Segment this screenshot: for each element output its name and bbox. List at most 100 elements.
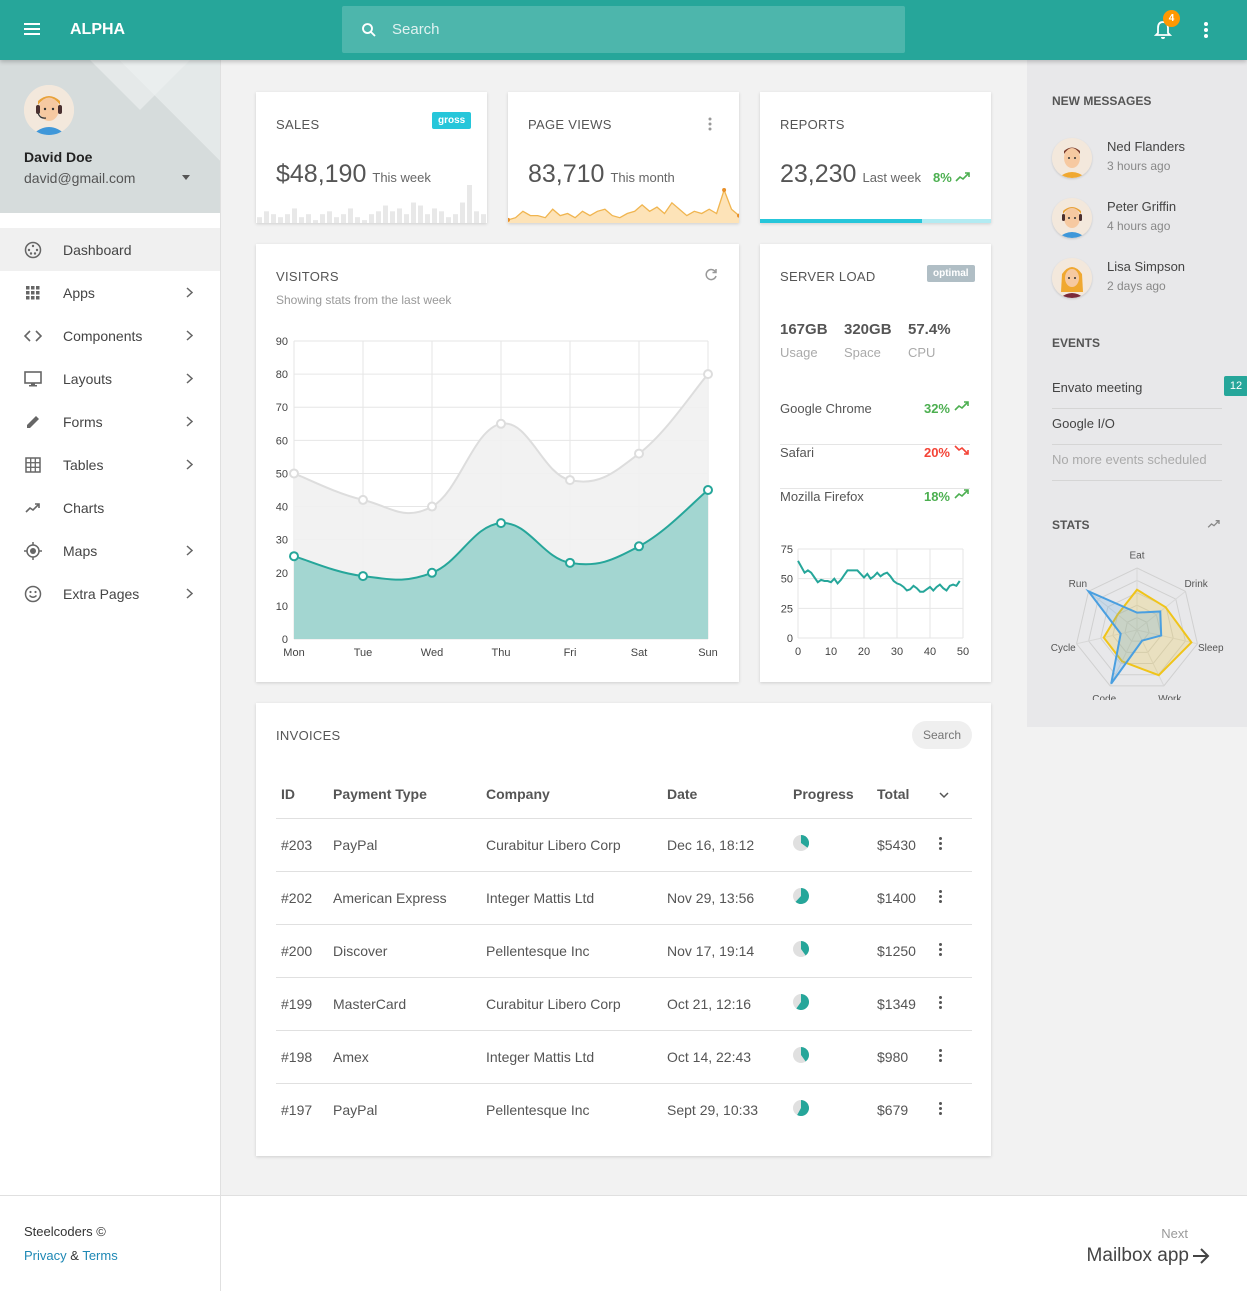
sidebar-item-extra-pages[interactable]: Extra Pages — [0, 572, 220, 615]
message-item[interactable]: Peter Griffin 4 hours ago — [1052, 198, 1232, 242]
pageviews-card: PAGE VIEWS 83,710 This month — [508, 92, 739, 223]
more-options-icon[interactable] — [1202, 20, 1210, 40]
sales-bar — [425, 214, 430, 223]
y-tick-label: 60 — [276, 435, 288, 447]
browser-row: Safari 20% — [780, 445, 970, 489]
row-menu-icon[interactable] — [939, 941, 943, 958]
sidebar-item-tables[interactable]: Tables — [0, 443, 220, 486]
sidebar-item-forms[interactable]: Forms — [0, 400, 220, 443]
message-item[interactable]: Ned Flanders 3 hours ago — [1052, 138, 1232, 182]
table-row[interactable]: #197 PayPal Pellentesque Inc Sept 29, 10:33… — [276, 1083, 972, 1136]
chevron-right-icon — [186, 285, 194, 301]
progress-pie — [793, 1100, 810, 1117]
next-page-link[interactable]: Mailbox app — [1087, 1245, 1189, 1267]
dashboard-icon — [24, 241, 42, 259]
refresh-icon[interactable] — [704, 268, 718, 282]
column-header[interactable]: Company — [486, 770, 667, 819]
reports-value-row: 23,230 Last week — [780, 160, 921, 189]
table-row[interactable]: #202 American Express Integer Mattis Ltd No… — [276, 871, 972, 925]
profile-dropdown-icon[interactable] — [182, 175, 190, 180]
chevron-right-icon — [186, 586, 194, 602]
messages-title: NEW MESSAGES — [1052, 94, 1152, 108]
sales-bar — [474, 211, 479, 223]
company: Integer Mattis Ltd — [486, 871, 667, 925]
x-tick-label: Tue — [354, 647, 373, 659]
progress-pie — [793, 835, 809, 851]
event-item[interactable]: Envato meeting 12 — [1052, 373, 1247, 409]
sales-bar — [285, 214, 290, 223]
invoice-search-input[interactable] — [912, 721, 972, 749]
progress-pie — [793, 941, 809, 957]
y-tick-label: 0 — [787, 633, 793, 645]
sales-bar — [418, 205, 423, 223]
invoice-id: #199 — [276, 977, 333, 1031]
date: Dec 16, 18:12 — [667, 818, 793, 872]
reports-progress-fill — [760, 219, 922, 223]
search-bar[interactable] — [342, 6, 905, 53]
column-header[interactable]: ID — [276, 770, 333, 819]
progress-pie — [793, 888, 809, 904]
sidebar-footer: Steelcoders © Privacy & Terms — [0, 1195, 220, 1291]
column-header[interactable]: Date — [667, 770, 793, 819]
expand-columns-button[interactable] — [939, 770, 972, 819]
sidebar-item-dashboard[interactable]: Dashboard — [0, 228, 220, 271]
visitors-point — [496, 418, 506, 429]
y-tick-label: 70 — [276, 402, 288, 414]
server-stat-label: Space — [844, 345, 881, 360]
event-name: Google I/O — [1052, 416, 1115, 431]
server-load-card: SERVER LOAD optimal 167GB Usage 320GB Space… — [760, 244, 991, 682]
sidebar-item-charts[interactable]: Charts — [0, 486, 220, 529]
table-row[interactable]: #198 Amex Integer Mattis Ltd Oct 14, 22:43 $… — [276, 1030, 972, 1084]
arrow-right-icon[interactable] — [1192, 1248, 1210, 1264]
sidebar-item-components[interactable]: Components — [0, 314, 220, 357]
code-icon — [24, 327, 42, 345]
sales-bar — [278, 217, 283, 223]
search-input[interactable] — [392, 21, 872, 38]
row-menu-icon[interactable] — [939, 835, 943, 852]
y-tick-label: 10 — [276, 601, 288, 613]
message-item[interactable]: Lisa Simpson 2 days ago — [1052, 258, 1232, 302]
sales-bar — [467, 185, 472, 223]
gross-badge: gross — [432, 112, 472, 129]
row-menu-icon[interactable] — [939, 888, 943, 905]
sidebar-item-apps[interactable]: Apps — [0, 271, 220, 314]
total: $1400 — [877, 871, 939, 925]
sales-bar — [383, 205, 388, 223]
ampersand: & — [70, 1248, 79, 1263]
sidebar-item-label: Maps — [63, 542, 98, 559]
radar-label: Cycle — [1051, 643, 1076, 654]
row-menu-icon[interactable] — [939, 1100, 943, 1117]
table-row[interactable]: #199 MasterCard Curabitur Libero Corp Oct 2… — [276, 977, 972, 1031]
trending-up-icon[interactable] — [1207, 519, 1221, 529]
privacy-link[interactable]: Privacy — [24, 1248, 67, 1263]
table-row[interactable]: #200 Discover Pellentesque Inc Nov 17, 19:1… — [276, 924, 972, 978]
x-tick-label: Wed — [421, 647, 443, 659]
event-item[interactable]: Google I/O — [1052, 409, 1222, 445]
chevron-down-icon — [939, 792, 949, 798]
user-avatar[interactable] — [24, 85, 74, 135]
payment-type: MasterCard — [333, 977, 486, 1031]
table-row[interactable]: #203 PayPal Curabitur Libero Corp Dec 16, 1… — [276, 818, 972, 872]
trending-up-icon — [24, 499, 42, 517]
sales-bar — [397, 208, 402, 223]
row-menu-icon[interactable] — [939, 1047, 943, 1064]
y-tick-label: 80 — [276, 369, 288, 381]
total: $679 — [877, 1101, 909, 1118]
date: Sept 29, 10:33 — [667, 1101, 759, 1118]
row-menu-icon[interactable] — [939, 994, 943, 1011]
column-header[interactable]: Payment Type — [333, 770, 486, 819]
terms-link[interactable]: Terms — [82, 1248, 117, 1263]
sidebar-item-layouts[interactable]: Layouts — [0, 357, 220, 400]
event-item: No more events scheduled — [1052, 445, 1222, 481]
card-menu-icon[interactable] — [708, 117, 712, 131]
x-tick-label: Fri — [564, 647, 577, 659]
sidebar-item-maps[interactable]: Maps — [0, 529, 220, 572]
x-tick-label: Thu — [492, 647, 511, 659]
browser-row: Google Chrome 32% — [780, 401, 970, 445]
trend-up-icon — [954, 489, 969, 499]
column-header[interactable]: Progress — [793, 770, 877, 819]
column-header[interactable]: Total — [877, 770, 939, 819]
date: Nov 17, 19:14 — [667, 924, 793, 978]
menu-button[interactable] — [24, 20, 40, 40]
brand-logo[interactable]: ALPHA — [70, 21, 125, 39]
